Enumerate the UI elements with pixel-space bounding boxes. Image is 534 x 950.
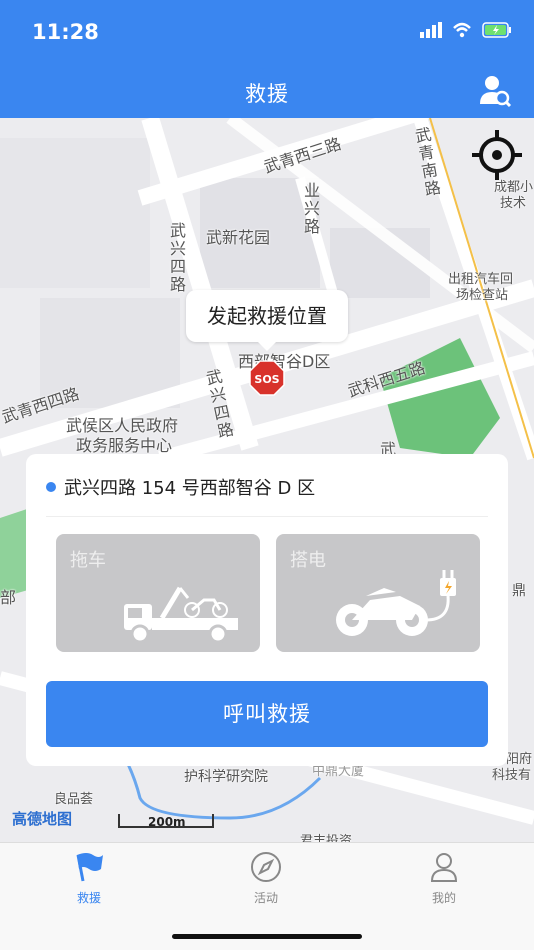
map-label-poi: 科技有	[492, 768, 532, 783]
status-time: 11:28	[32, 20, 99, 44]
map-scale-text: 200m	[148, 815, 186, 829]
tab-activity-label: 活动	[253, 891, 278, 905]
location-dot-icon	[46, 482, 56, 492]
tab-mine[interactable]: 我的	[394, 851, 494, 906]
sos-marker-icon[interactable]: SOS	[249, 360, 285, 396]
signal-icon	[420, 22, 442, 38]
sos-marker-text: SOS	[254, 373, 279, 386]
compass-icon	[251, 852, 281, 882]
tow-truck-icon	[124, 586, 238, 644]
map-label-poi: 良品荟	[54, 792, 94, 807]
tab-activity[interactable]: 活动	[216, 851, 316, 906]
wifi-icon	[453, 22, 471, 38]
tab-rescue[interactable]: 救援	[39, 851, 139, 906]
divider	[46, 516, 488, 517]
status-icons	[420, 22, 512, 38]
map-label-poi: 护科学研究院	[184, 769, 268, 785]
map-label-poi: 君丰投资	[300, 834, 353, 842]
map-label-road: 武兴四路	[170, 221, 187, 294]
address-row: 武兴四路 154 号西部智谷 D 区	[46, 474, 315, 500]
tab-rescue-label: 救援	[76, 891, 101, 905]
map-label-poi: 武新花园	[206, 228, 271, 247]
service-tow-label: 拖车	[70, 550, 106, 571]
map-label-poi: 场检查站	[456, 288, 509, 303]
rescue-location-bubble: 发起救援位置	[186, 290, 348, 351]
motorcycle-charge-icon	[336, 570, 456, 636]
map-label-poi: 鼎	[512, 583, 526, 599]
user-location-icon[interactable]	[478, 74, 512, 108]
flag-icon	[76, 853, 103, 882]
address-text: 武兴四路 154 号西部智谷 D 区	[64, 478, 316, 499]
map-label-poi: 技术	[500, 196, 527, 211]
page-title: 救援	[245, 82, 289, 106]
service-jumpstart-button[interactable]: 搭电	[276, 534, 480, 652]
map-label-poi: 政务服务中心	[76, 436, 173, 455]
battery-icon	[482, 22, 511, 38]
rescue-card: 武兴四路 154 号西部智谷 D 区 拖车 搭电 呼叫救援	[26, 454, 508, 766]
home-indicator	[172, 934, 362, 939]
call-rescue-button[interactable]: 呼叫救援	[46, 681, 488, 747]
tab-mine-label: 我的	[431, 891, 456, 905]
locate-icon[interactable]	[470, 128, 524, 182]
map-label-poi: 部	[0, 588, 17, 607]
map-label-road: 业兴路	[304, 181, 321, 236]
service-jumpstart-label: 搭电	[290, 550, 326, 571]
amap-logo: 高德地图	[12, 810, 73, 828]
app-header: 11:28 救援	[0, 0, 534, 118]
person-icon	[430, 853, 458, 882]
service-tow-button[interactable]: 拖车	[56, 534, 260, 652]
